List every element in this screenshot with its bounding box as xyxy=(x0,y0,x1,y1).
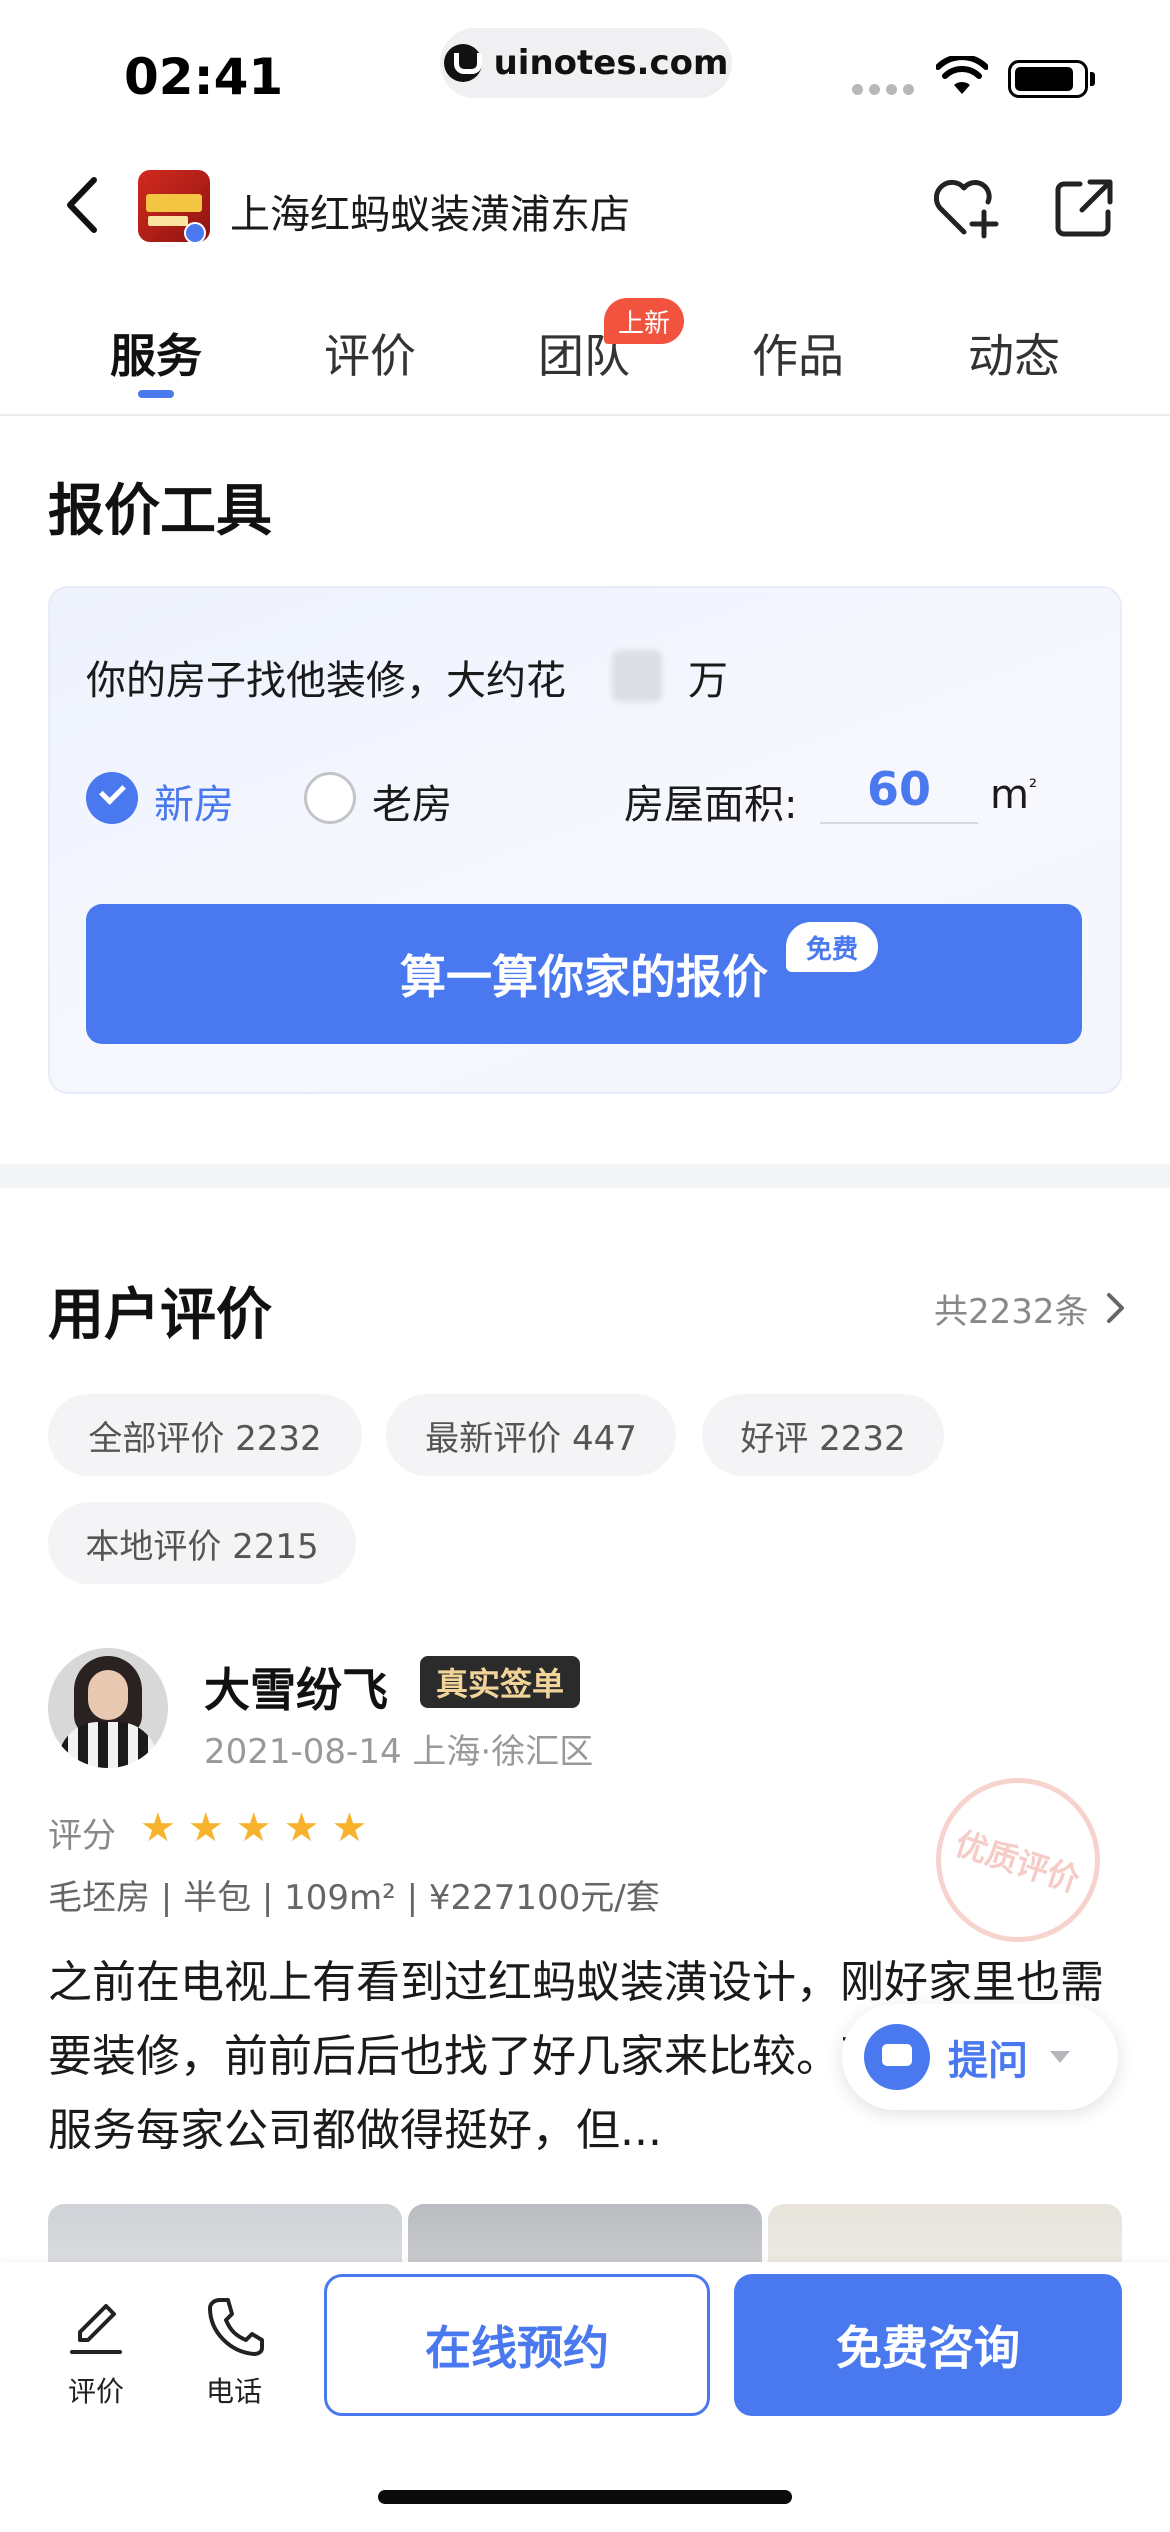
filter-chip-local[interactable]: 本地评价 2215 xyxy=(48,1502,356,1584)
new-house-radio[interactable] xyxy=(86,772,138,824)
free-consult-label: 免费咨询 xyxy=(836,2321,1020,2375)
quote-question: 你的房子找他装修，大约花 xyxy=(86,658,566,704)
back-icon[interactable] xyxy=(52,170,112,240)
free-consult-button[interactable]: 免费咨询 xyxy=(734,2274,1122,2416)
star-icon: ★ xyxy=(235,1805,272,1851)
reviews-total-link[interactable]: 共2232条 xyxy=(934,1284,1089,1333)
edit-review-icon[interactable] xyxy=(66,2298,126,2358)
star-icon: ★ xyxy=(187,1805,224,1851)
book-online-label: 在线预约 xyxy=(425,2321,609,2375)
stamp-text: 优质评价 xyxy=(950,1824,1085,1900)
verified-icon xyxy=(184,222,206,242)
wifi-icon xyxy=(936,56,988,94)
review-meta: 2021-08-14 上海·徐汇区 xyxy=(204,1732,594,1772)
blurred-price xyxy=(612,650,662,702)
status-time: 02:41 xyxy=(124,48,284,106)
favorite-add-icon[interactable] xyxy=(930,172,1002,244)
new-house-label[interactable]: 新房 xyxy=(154,772,234,830)
review-action-label[interactable]: 评价 xyxy=(68,2370,124,2410)
tab-service[interactable]: 服务 xyxy=(110,320,202,386)
avatar[interactable] xyxy=(48,1648,168,1768)
old-house-radio[interactable] xyxy=(304,772,356,824)
free-badge: 免费 xyxy=(786,922,879,972)
quality-review-stamp: 优质评价 xyxy=(914,1756,1122,1964)
area-unit: m² xyxy=(990,772,1037,818)
star-icon: ★ xyxy=(140,1805,176,1851)
quote-unit: 万 xyxy=(688,658,728,704)
quote-tool-title: 报价工具 xyxy=(48,479,272,544)
battery-tip xyxy=(1090,72,1095,86)
area-label: 房屋面积: xyxy=(624,782,798,828)
area-unit-text: m xyxy=(990,772,1029,818)
score-label: 评分 xyxy=(48,1816,116,1856)
ask-label: 提问 xyxy=(948,2038,1028,2084)
url-pill[interactable]: uinotes.com xyxy=(440,28,732,98)
house-info: 毛坯房 | 半包 | 109m² | ¥227100元/套 xyxy=(48,1878,660,1918)
filter-chip-all[interactable]: 全部评价 2232 xyxy=(48,1394,362,1476)
signal-icon xyxy=(852,84,914,95)
star-icon: ★ xyxy=(283,1805,320,1851)
area-input[interactable]: 60 xyxy=(820,762,978,824)
section-separator xyxy=(0,1164,1170,1188)
rating-stars: ★ ★ ★ ★ ★ xyxy=(140,1806,367,1850)
old-house-label[interactable]: 老房 xyxy=(372,772,452,830)
active-tab-indicator xyxy=(138,390,174,398)
tab-works[interactable]: 作品 xyxy=(752,320,844,386)
new-badge: 上新 xyxy=(604,298,685,344)
url-text: uinotes.com xyxy=(493,43,729,83)
filter-chip-positive[interactable]: 好评 2232 xyxy=(702,1394,944,1476)
area-unit-sup: ² xyxy=(1028,774,1037,799)
verified-order-badge: 真实签单 xyxy=(420,1656,581,1708)
tab-updates[interactable]: 动态 xyxy=(968,320,1060,386)
filter-chip-latest[interactable]: 最新评价 447 xyxy=(386,1394,676,1476)
star-icon: ★ xyxy=(331,1805,368,1851)
phone-icon[interactable] xyxy=(204,2294,264,2358)
chevron-right-icon[interactable] xyxy=(1104,1290,1128,1326)
calculate-quote-button[interactable]: 算一算你家的报价 xyxy=(86,904,1082,1044)
shop-logo xyxy=(138,170,210,242)
book-online-button[interactable]: 在线预约 xyxy=(324,2274,710,2416)
battery-icon xyxy=(1008,60,1088,98)
divider xyxy=(0,414,1170,416)
ask-question-button[interactable]: 提问 xyxy=(842,2004,1118,2110)
reviewer-name: 大雪纷飞 xyxy=(204,1663,388,1717)
home-indicator xyxy=(378,2490,792,2504)
chat-icon xyxy=(864,2024,930,2090)
tab-reviews[interactable]: 评价 xyxy=(324,320,416,386)
share-icon[interactable] xyxy=(1052,176,1116,240)
tab-bar: 服务 评价 团队 作品 动态 xyxy=(0,300,1170,416)
site-logo-icon xyxy=(443,44,482,82)
phone-action-label[interactable]: 电话 xyxy=(206,2370,262,2410)
shop-name: 上海红蚂蚁装潢浦东店 xyxy=(230,192,630,238)
reviews-title: 用户评价 xyxy=(48,1283,272,1348)
calculate-quote-label: 算一算你家的报价 xyxy=(400,950,768,1004)
caret-down-icon xyxy=(1050,2051,1070,2063)
